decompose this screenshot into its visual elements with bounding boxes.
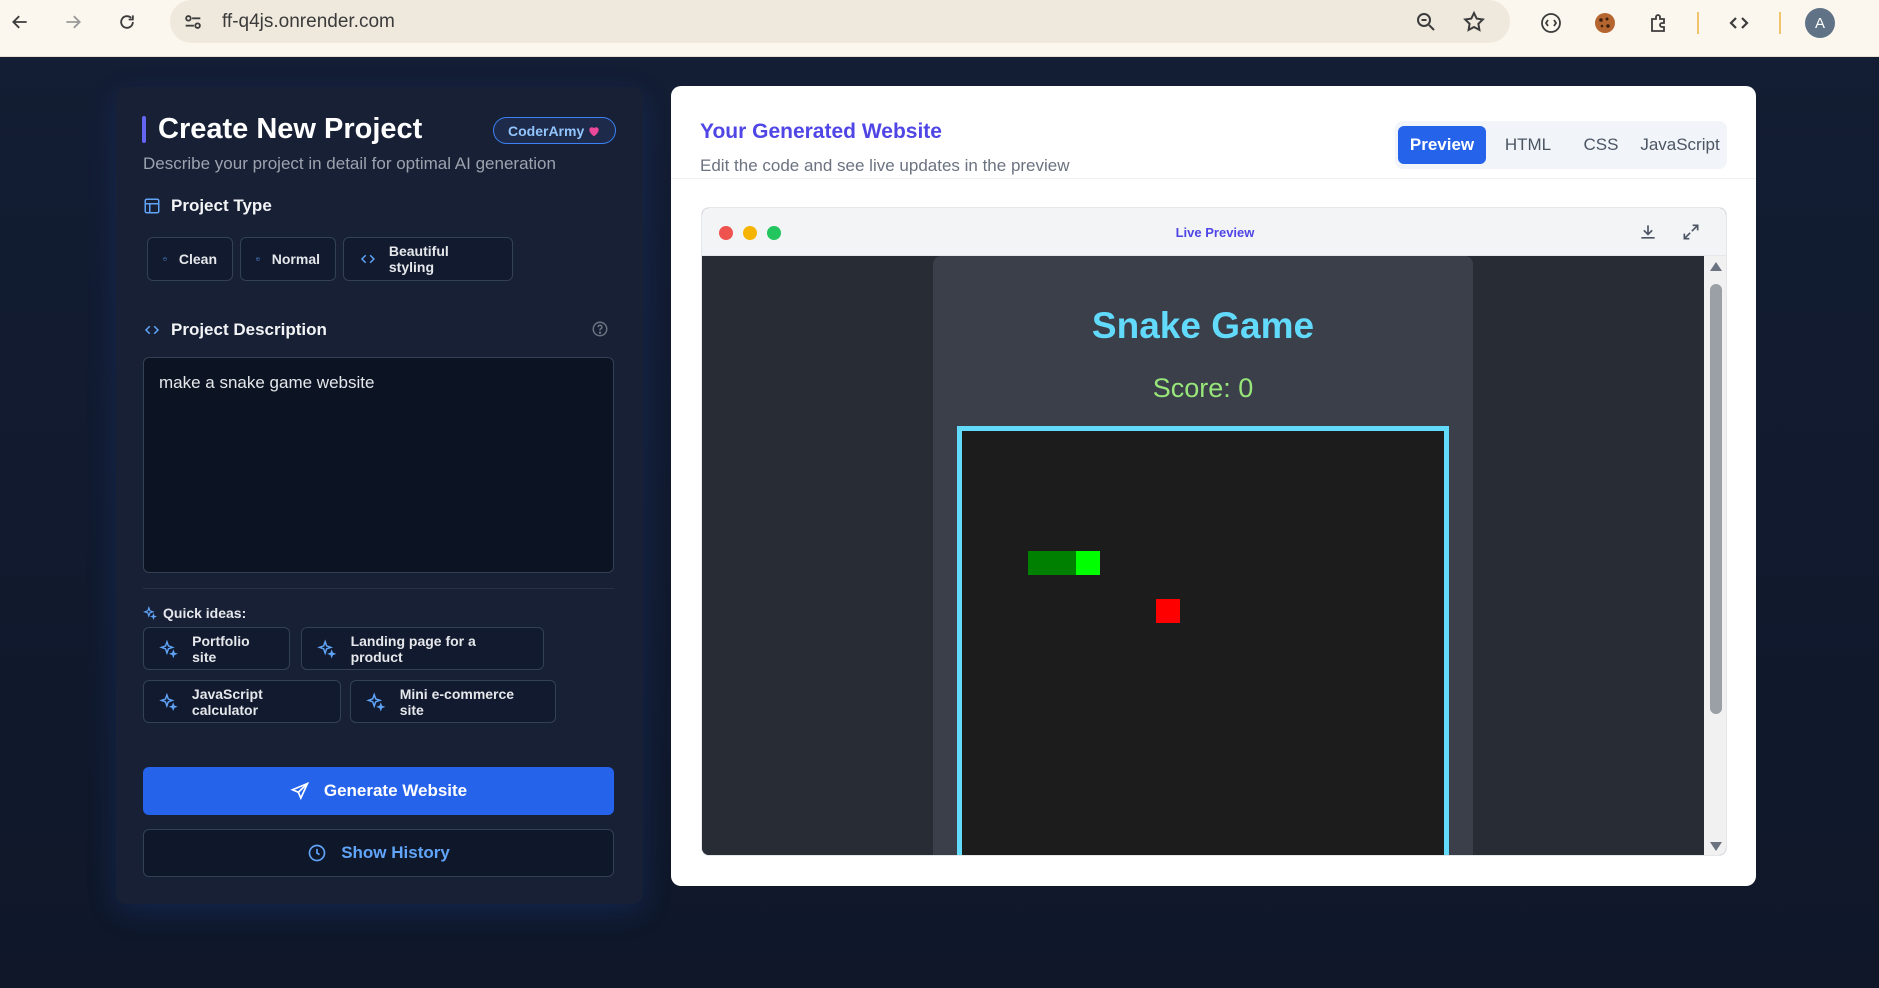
type-option-clean[interactable]: Clean [147,237,233,281]
generate-website-button[interactable]: Generate Website [143,767,614,815]
url-text[interactable]: ff-q4js.onrender.com [222,11,395,33]
project-description-input[interactable]: make a snake game website [143,357,614,573]
square-icon [163,257,167,261]
layout-icon [144,198,160,214]
type-option-normal[interactable]: Normal [240,237,336,281]
puzzle-icon[interactable] [1646,10,1672,36]
toolbar-separator [1779,12,1781,34]
profile-avatar[interactable]: A [1805,8,1835,38]
fullscreen-icon[interactable] [1681,222,1701,242]
project-description-label: Project Description [143,320,327,340]
sparkles-icon [366,691,386,712]
send-icon [290,781,309,801]
type-option-label: Clean [178,251,217,267]
help-icon[interactable] [591,320,609,338]
scroll-thumb[interactable] [1710,284,1722,714]
download-icon[interactable] [1638,222,1658,242]
cookie-icon[interactable] [1592,10,1618,36]
generated-subtitle: Edit the code and see live updates in th… [700,156,1070,175]
tab-html[interactable]: HTML [1490,126,1566,164]
quick-ideas-label: Quick ideas: [143,605,246,621]
back-icon[interactable] [8,10,32,34]
quick-idea-calculator[interactable]: JavaScript calculator [143,680,341,723]
snake-head [1076,551,1100,575]
coderarmy-badge: CoderArmy [493,117,617,144]
type-option-label: Normal [271,251,320,267]
browser-toolbar: ff-q4js.onrender.com A [0,0,1879,57]
project-type-text: Project Type [171,196,272,215]
sparkles-icon [143,606,157,620]
panel-subtitle: Describe your project in detail for opti… [143,154,556,173]
code-icon [360,254,375,264]
title-accent-bar [142,116,146,143]
type-option-beautiful-styling[interactable]: Beautiful styling [343,237,513,281]
devtools-code-icon[interactable] [1726,10,1752,36]
quick-idea-label: Landing page for a product [350,632,476,665]
generated-title: Your Generated Website [700,120,942,143]
history-label: Show History [341,843,450,862]
layout-icon [256,257,260,261]
clock-icon [308,844,326,862]
tab-preview[interactable]: Preview [1398,126,1486,164]
panel-title: Create New Project [158,113,423,145]
header-divider [671,178,1756,179]
zoom-icon[interactable] [1414,10,1438,34]
generate-label: Generate Website [323,781,468,800]
extension-icon[interactable] [1538,10,1564,36]
live-preview-label: Live Preview [1175,225,1255,240]
address-bar[interactable]: ff-q4js.onrender.com [170,0,1510,43]
sparkles-icon [159,639,178,658]
quick-idea-label: Mini e-commerce site [399,685,515,718]
quick-idea-portfolio[interactable]: Portfolio site [143,627,290,670]
bookmark-star-icon[interactable] [1462,10,1486,34]
snake-segment [1028,551,1052,575]
section-divider [143,588,614,589]
generated-website-panel: Your Generated Website Edit the code and… [671,86,1756,886]
quick-idea-label: Portfolio site [192,632,250,665]
site-settings-icon[interactable] [182,11,204,33]
badge-label: CoderArmy [508,122,585,139]
live-preview-window: Live Preview Snake Game Score: 0 [701,207,1727,856]
create-project-panel: Create New Project CoderArmy Describe yo… [116,87,643,904]
tab-javascript[interactable]: JavaScript [1636,126,1724,164]
preview-iframe: Snake Game Score: 0 [702,256,1704,855]
sparkles-icon [317,638,337,658]
game-score: Score: 0 [1152,373,1254,403]
heart-icon [589,126,599,136]
type-option-label: Beautiful styling [388,243,449,275]
quick-idea-ecommerce[interactable]: Mini e-commerce site [350,680,556,723]
scroll-up-arrow[interactable] [1710,262,1722,271]
reload-icon[interactable] [115,10,139,34]
tab-css[interactable]: CSS [1570,126,1632,164]
forward-icon[interactable] [61,10,85,34]
quick-idea-label: JavaScript calculator [191,685,263,718]
snake-game-container: Snake Game Score: 0 [933,256,1473,855]
code-tabs: Preview HTML CSS JavaScript [1395,121,1727,169]
code-icon [144,325,160,335]
toolbar-separator [1697,12,1699,34]
snake-segment [1052,551,1076,575]
quick-idea-landing-page[interactable]: Landing page for a product [301,627,544,670]
game-board[interactable] [957,426,1449,855]
preview-scrollbar[interactable] [1704,256,1726,855]
snake-food [1156,599,1180,623]
project-type-label: Project Type [143,196,272,216]
sparkles-icon [159,692,178,711]
quick-ideas-text: Quick ideas: [163,605,247,621]
preview-titlebar: Live Preview [702,208,1726,256]
show-history-button[interactable]: Show History [143,829,614,877]
game-title: Snake Game [1091,305,1315,346]
scroll-down-arrow[interactable] [1710,842,1722,851]
project-description-text: Project Description [171,320,327,339]
